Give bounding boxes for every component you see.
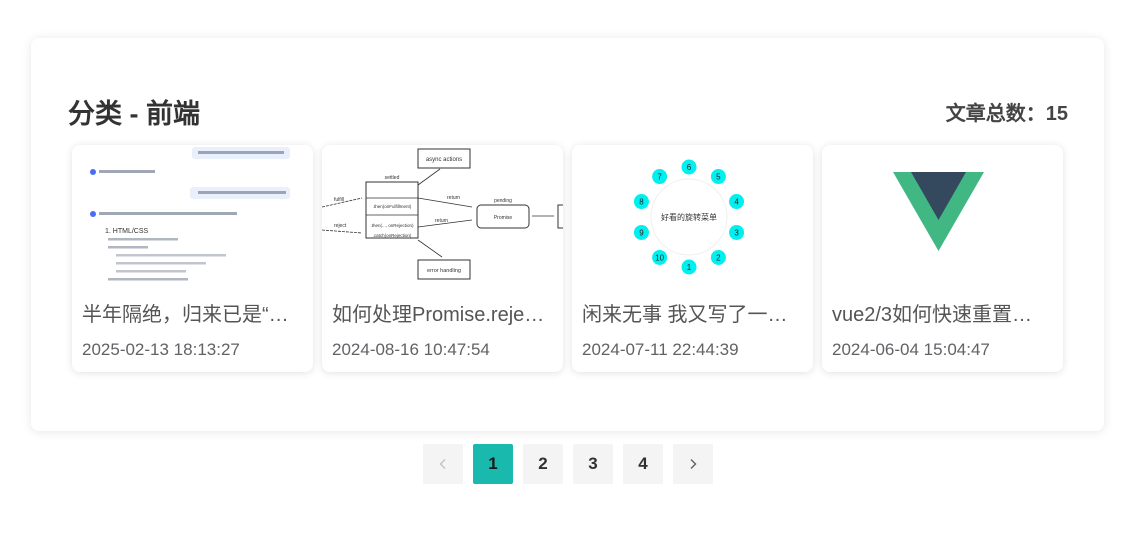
menu-dot-label: 8 (639, 198, 644, 207)
thumb-label: return (435, 218, 448, 224)
page-button-1[interactable]: 1 (473, 444, 513, 484)
pagination: 1 2 3 4 (423, 444, 713, 484)
article-thumbnail: async actions settled .then(onFulfillmen… (322, 145, 563, 284)
thumb-label: return (447, 195, 460, 201)
menu-dot-label: 10 (655, 253, 664, 262)
prev-page-button[interactable] (423, 444, 463, 484)
thumb-heading: 1. HTML/CSS (105, 228, 149, 235)
chevron-right-icon (690, 459, 697, 469)
thumb-label: settled (385, 175, 400, 181)
article-thumbnail: 好看的旋转菜单 1 2 3 4 5 6 7 8 9 10 (572, 145, 813, 284)
thumb-label: async actions (426, 157, 462, 163)
vue-logo-icon (893, 172, 984, 251)
article-total-label: 文章总数： (945, 102, 1046, 125)
article-thumbnail (822, 145, 1063, 284)
menu-dot-label: 7 (657, 173, 662, 182)
next-page-button[interactable] (673, 444, 713, 484)
article-date: 2024-08-16 10:47:54 (332, 340, 490, 359)
article-date: 2024-06-04 15:04:47 (832, 340, 990, 359)
article-title[interactable]: 半年隔绝，归来已是“… (82, 303, 303, 327)
article-total: 文章总数：15 (946, 97, 1068, 126)
article-card[interactable]: 好看的旋转菜单 1 2 3 4 5 6 7 8 9 10 闲来无事 我又写了一… 2024-07-… (572, 145, 813, 372)
article-date: 2025-02-13 18:13:27 (82, 340, 240, 359)
article-card[interactable]: 1. HTML/CSS 半年隔绝，归来已是“… 2025-02-13 18:13… (72, 145, 313, 372)
menu-dot-label: 6 (687, 163, 692, 172)
page-button-2[interactable]: 2 (523, 444, 563, 484)
article-total-count: 15 (1045, 102, 1068, 125)
thumb-label: 好看的旋转菜单 (661, 212, 717, 222)
thumb-label: reject (334, 223, 347, 229)
thumb-label: fulfill (334, 197, 344, 203)
menu-dot-label: 9 (639, 228, 644, 237)
menu-dot-label: 4 (734, 198, 739, 207)
menu-dot-label: 2 (716, 253, 721, 262)
menu-dot-label: 5 (716, 173, 721, 182)
thumb-label: error handling (427, 268, 461, 274)
article-date: 2024-07-11 22:44:39 (582, 340, 739, 359)
page-button-4[interactable]: 4 (623, 444, 663, 484)
chevron-left-icon (439, 459, 446, 469)
article-list: 1. HTML/CSS 半年隔绝，归来已是“… 2025-02-13 18:13… (72, 145, 1063, 372)
panel-header: 分类 - 前端 文章总数：15 (68, 93, 1068, 129)
article-thumbnail: 1. HTML/CSS (72, 145, 313, 284)
thumb-label: .then(onFulfillment) (373, 204, 412, 209)
article-title[interactable]: 如何处理Promise.reje… (332, 303, 553, 327)
menu-dot-label: 1 (687, 263, 692, 272)
article-card[interactable]: async actions settled .then(onFulfillmen… (322, 145, 563, 372)
thumb-label: pending (494, 198, 512, 204)
thumb-label: .catch(onRejection) (373, 233, 412, 238)
page-button-3[interactable]: 3 (573, 444, 613, 484)
article-title[interactable]: vue2/3如何快速重置… (832, 303, 1053, 327)
category-title: 分类 - 前端 (68, 98, 200, 129)
menu-dot-label: 3 (734, 228, 739, 237)
thumb-label: Promise (494, 215, 513, 221)
article-card[interactable]: vue2/3如何快速重置… 2024-06-04 15:04:47 (822, 145, 1063, 372)
thumb-label: .then(..., onRejection) (370, 223, 414, 228)
article-title[interactable]: 闲来无事 我又写了一… (582, 303, 803, 327)
